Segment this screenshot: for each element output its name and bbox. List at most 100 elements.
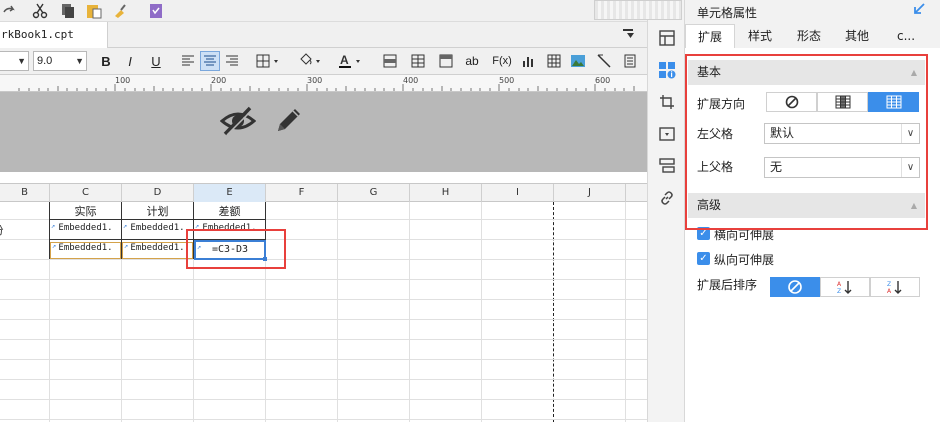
italic-button[interactable]: I [120,51,140,71]
svg-text:A: A [837,281,842,288]
format-toolbar: ▼ 9.0 ▼ B I U A ab F(x) [0,48,647,75]
slash-cell-icon[interactable] [594,51,614,71]
svg-text:A: A [887,288,892,294]
section-basic[interactable]: 基本 ▲ [688,60,925,85]
cell-e3-selected[interactable]: ↗ =C3-D3 [194,240,266,260]
ruler-ticks [18,84,635,91]
left-parent-value: 默认 [770,126,795,140]
left-parent-label: 左父格 [697,127,734,141]
cell-b2[interactable]: 份 [0,222,6,238]
tab-expand[interactable]: 扩展 [685,24,735,48]
align-left-icon[interactable] [178,51,198,71]
cell-d2[interactable]: ↗ Embedded1. [122,222,193,233]
cut-icon[interactable] [30,1,50,21]
merge-cells-icon[interactable] [380,51,400,71]
panel-drag-handle[interactable] [594,0,682,20]
template-icon[interactable] [146,1,166,21]
tab-menu-icon[interactable] [622,27,636,41]
document-tab-title: rkBook1.cpt [1,28,74,41]
cell-e1[interactable]: 差额 [194,203,265,219]
unmerge-cells-icon[interactable] [408,51,428,71]
horizontal-extensible-checkbox[interactable]: ✓ [697,227,710,240]
top-parent-value: 无 [770,160,783,174]
column-header-bar: B C D E F G H I J [0,183,647,203]
report-body-area [0,92,647,172]
collapse-arrow-icon[interactable] [912,2,928,18]
sort-ascending-icon[interactable]: AZ [820,277,870,297]
panel-tab-bar: 扩展 样式 形态 其他 c... [685,24,940,48]
column-header-b[interactable]: B [0,184,50,203]
tab-more[interactable]: c... [881,24,931,48]
top-parent-select[interactable]: 无 ∨ [764,157,920,178]
column-header-d[interactable]: D [122,184,194,203]
expand-none-button[interactable] [766,92,817,112]
align-center-icon[interactable] [200,51,220,71]
spreadsheet-grid[interactable]: 份 实际 计划 差额 ↗Embedded1. ↗Embedded1. ↗Embe… [0,202,647,422]
cell-d1[interactable]: 计划 [122,203,193,219]
condition-attributes-icon[interactable] [657,156,677,176]
cell-c3[interactable]: ↗ Embedded1. [50,242,121,259]
crop-icon[interactable] [657,92,677,112]
formula-button[interactable]: F(x) [490,51,514,71]
font-color-icon[interactable]: A [336,51,366,71]
cell-e2[interactable]: ↗ Embedded1. [194,222,265,233]
column-header-g[interactable]: G [338,184,410,203]
bold-button[interactable]: B [96,51,116,71]
format-painter-icon[interactable] [110,1,130,21]
cell-attributes-icon[interactable] [657,60,677,80]
expand-horizontal-button[interactable] [868,92,919,112]
align-right-icon[interactable] [222,51,242,71]
sheet-spacer [0,172,647,183]
horizontal-extensible-label: 横向可伸展 [714,228,775,242]
document-tab[interactable]: rkBook1.cpt [0,22,108,48]
expand-direction-label: 扩展方向 [697,97,746,111]
hide-eye-icon[interactable] [220,105,256,137]
svg-text:Z: Z [887,281,891,288]
tab-style[interactable]: 样式 [735,24,785,48]
tab-other[interactable]: 其他 [833,24,881,48]
font-size-combo[interactable]: 9.0 ▼ [33,51,87,71]
expand-vertical-button[interactable] [817,92,868,112]
copy-icon[interactable] [58,1,78,21]
tab-form[interactable]: 形态 [785,24,833,48]
sort-none-button[interactable] [770,277,820,297]
column-header-c[interactable]: C [50,184,122,203]
main-toolbar [0,0,647,22]
column-header-e[interactable]: E [194,184,266,203]
svg-text:A: A [340,53,349,67]
text-cell-button[interactable]: ab [462,51,482,71]
cell-c2[interactable]: ↗ Embedded1. [50,222,121,233]
cell-c1[interactable]: 实际 [50,203,121,219]
sort-after-expand-label: 扩展后排序 [697,278,758,292]
subreport-icon[interactable] [620,51,640,71]
vertical-extensible-checkbox[interactable]: ✓ [697,252,710,265]
underline-button[interactable]: U [146,51,166,71]
paste-icon[interactable] [84,1,104,21]
chart-icon[interactable] [518,51,538,71]
font-family-combo[interactable]: ▼ [0,51,29,71]
svg-text:Z: Z [837,288,841,294]
horizontal-ruler: 100 200 300 400 500 600 [0,75,647,92]
redo-icon[interactable] [0,1,20,21]
column-header-h[interactable]: H [410,184,482,203]
left-parent-select[interactable]: 默认 ∨ [764,123,920,144]
vertical-extensible-label: 纵向可伸展 [714,253,775,267]
hyperlink-icon[interactable] [657,188,677,208]
column-header-j[interactable]: J [554,184,626,203]
fill-color-icon[interactable] [296,51,326,71]
font-size-value: 9.0 [37,55,53,67]
column-header-f[interactable]: F [266,184,338,203]
fill-handle[interactable] [263,257,267,261]
insert-row-icon[interactable] [436,51,456,71]
widget-icon[interactable] [657,124,677,144]
section-advanced[interactable]: 高级 ▲ [688,193,925,218]
column-header-i[interactable]: I [482,184,554,203]
edit-pencil-icon[interactable] [272,105,304,137]
image-icon[interactable] [568,51,588,71]
cell-d3[interactable]: ↗ Embedded1. [122,242,193,259]
top-parent-label: 上父格 [697,160,734,174]
layout-icon[interactable] [657,28,677,48]
grid-cell-icon[interactable] [544,51,564,71]
sort-descending-icon[interactable]: ZA [870,277,920,297]
border-dropdown-icon[interactable] [254,51,284,71]
